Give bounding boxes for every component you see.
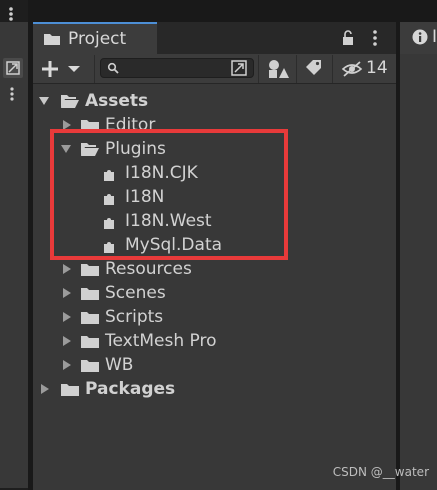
inspector-panel bbox=[400, 22, 437, 490]
tab-project[interactable]: Project bbox=[33, 22, 157, 54]
left-dock-strip bbox=[0, 0, 28, 490]
highlight-annotation-box bbox=[50, 129, 288, 260]
folder-icon bbox=[80, 310, 100, 325]
kebab-menu-icon[interactable] bbox=[371, 29, 379, 47]
maximize-icon[interactable] bbox=[3, 58, 23, 78]
eye-slash-icon bbox=[341, 60, 363, 78]
folder-icon bbox=[80, 334, 100, 349]
folder-icon bbox=[43, 32, 61, 46]
folder-icon bbox=[80, 262, 100, 277]
kebab-menu-icon[interactable] bbox=[8, 86, 16, 102]
folder-open-icon bbox=[60, 93, 80, 109]
collapsed-arrow-icon[interactable] bbox=[62, 359, 72, 371]
folder-icon bbox=[80, 286, 100, 301]
create-dropdown-button[interactable] bbox=[40, 58, 84, 80]
kebab-menu-icon[interactable] bbox=[6, 6, 16, 22]
tab-inspector-label-fragment: I bbox=[432, 27, 437, 47]
info-icon bbox=[412, 29, 428, 45]
toolbar-divider bbox=[332, 55, 333, 83]
expanded-arrow-icon[interactable] bbox=[38, 96, 50, 106]
search-by-type-icon[interactable] bbox=[229, 58, 251, 78]
collapsed-arrow-icon[interactable] bbox=[62, 287, 72, 299]
tab-bar bbox=[157, 22, 396, 54]
toolbar-divider bbox=[258, 55, 259, 83]
filter-by-type-icon[interactable] bbox=[266, 58, 290, 80]
hidden-count: 14 bbox=[366, 58, 388, 78]
folder-icon bbox=[80, 358, 100, 373]
collapsed-arrow-icon[interactable] bbox=[62, 335, 72, 347]
tab-inspector[interactable]: I bbox=[400, 22, 437, 54]
lock-icon[interactable] bbox=[341, 29, 355, 47]
tab-project-label: Project bbox=[68, 29, 127, 49]
filter-by-label-icon[interactable] bbox=[304, 58, 324, 78]
toolbar-divider bbox=[296, 55, 297, 83]
watermark: CSDN @__water bbox=[332, 465, 429, 479]
hidden-packages-toggle[interactable]: 14 bbox=[338, 57, 396, 81]
collapsed-arrow-icon[interactable] bbox=[62, 263, 72, 275]
toolbar-divider bbox=[94, 55, 95, 83]
folder-icon bbox=[60, 382, 80, 397]
collapsed-arrow-icon[interactable] bbox=[40, 383, 50, 395]
collapsed-arrow-icon[interactable] bbox=[62, 311, 72, 323]
search-icon bbox=[107, 62, 119, 74]
